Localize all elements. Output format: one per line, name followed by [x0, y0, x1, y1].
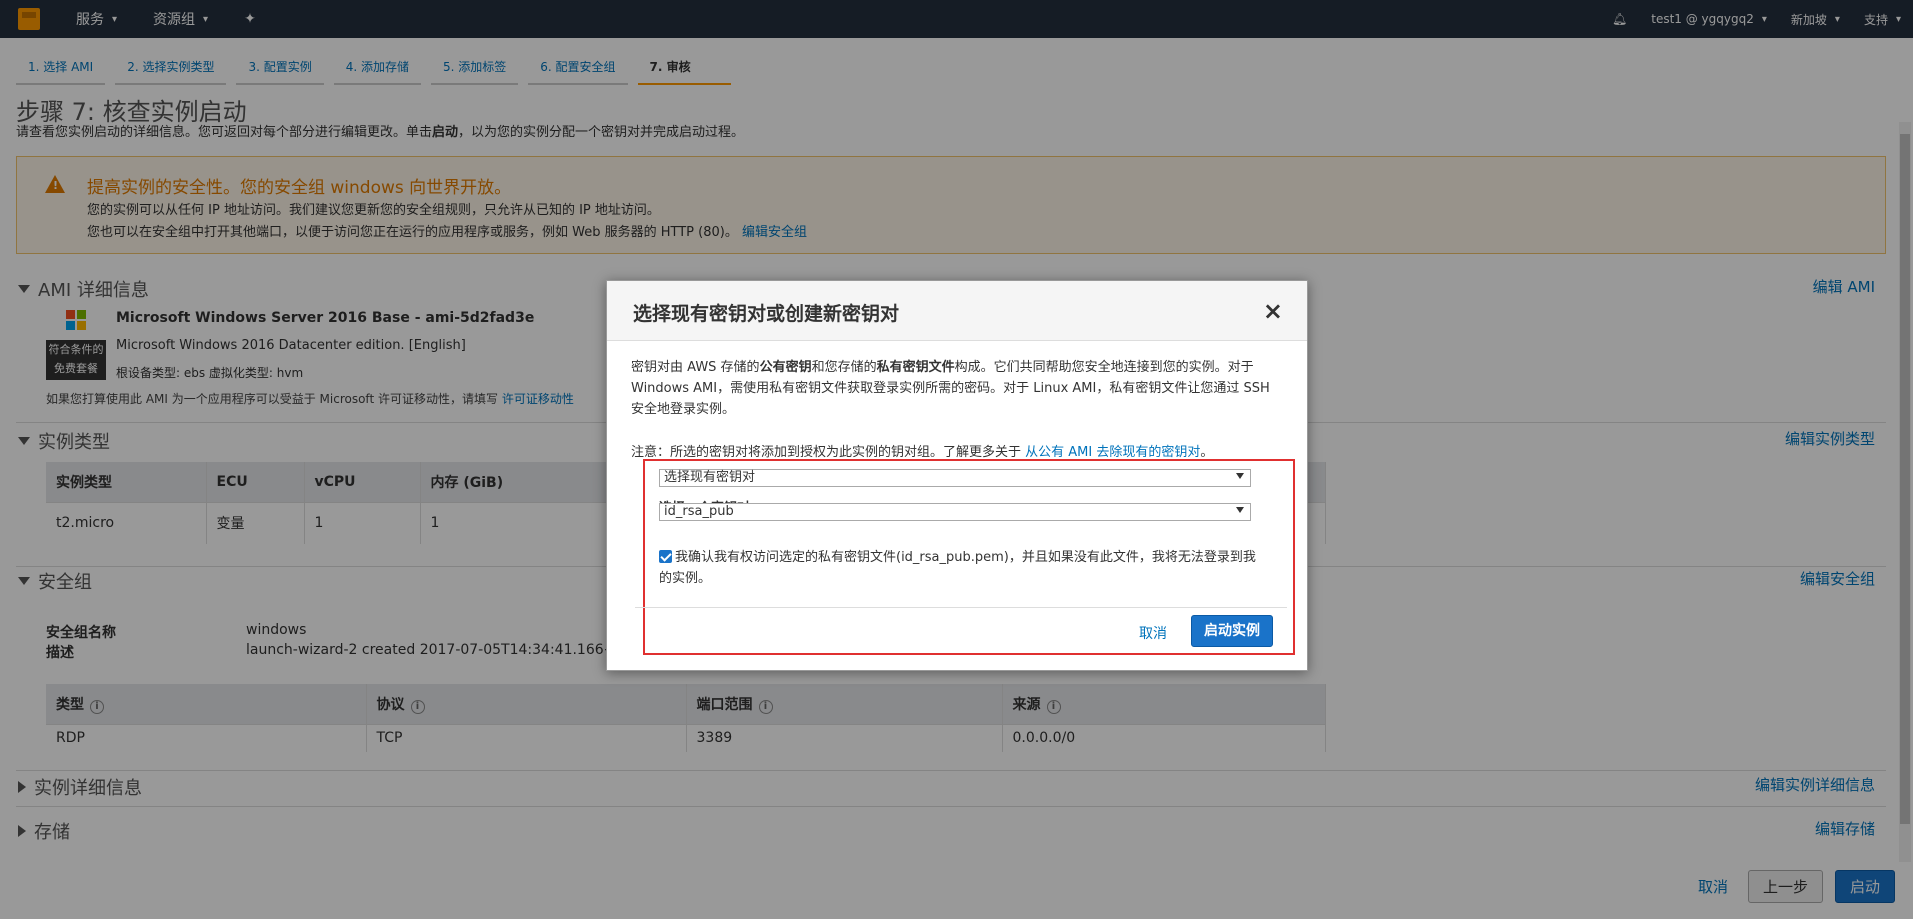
acknowledge-checkbox[interactable] [659, 550, 672, 563]
key-pair-select[interactable]: id_rsa_pub [659, 503, 1251, 521]
close-icon[interactable]: × [1263, 297, 1283, 325]
dialog-note: 注意：所选的密钥对将添加到授权为此实例的钥对组。了解更多关于 从公有 AMI 去… [631, 445, 1214, 460]
acknowledge-row: 我确认我有权访问选定的私有密钥文件(id_rsa_pub.pem)，并且如果没有… [659, 547, 1259, 589]
remove-key-pair-link[interactable]: 从公有 AMI 去除现有的密钥对 [1025, 445, 1200, 460]
launch-instance-button[interactable]: 启动实例 [1191, 615, 1273, 647]
dropdown-arrow-icon [1236, 507, 1244, 513]
key-pair-dialog: 选择现有密钥对或创建新密钥对 × 密钥对由 AWS 存储的公有密钥和您存储的私有… [606, 280, 1308, 671]
dialog-title: 选择现有密钥对或创建新密钥对 [633, 303, 900, 325]
acknowledge-label[interactable]: 我确认我有权访问选定的私有密钥文件(id_rsa_pub.pem)，并且如果没有… [659, 550, 1256, 586]
divider [635, 607, 1287, 608]
dropdown-arrow-icon [1236, 473, 1244, 479]
key-pair-selection-area: 选择现有密钥对 选择一个密钥对 id_rsa_pub 我确认我有权访问选定的私有… [635, 459, 1295, 655]
key-pair-mode-select[interactable]: 选择现有密钥对 [659, 469, 1251, 487]
dialog-cancel-button[interactable]: 取消 [1139, 623, 1167, 643]
dialog-header: 选择现有密钥对或创建新密钥对 × [607, 281, 1307, 341]
dialog-description: 密钥对由 AWS 存储的公有密钥和您存储的私有密钥文件构成。它们共同帮助您安全地… [631, 360, 1270, 417]
